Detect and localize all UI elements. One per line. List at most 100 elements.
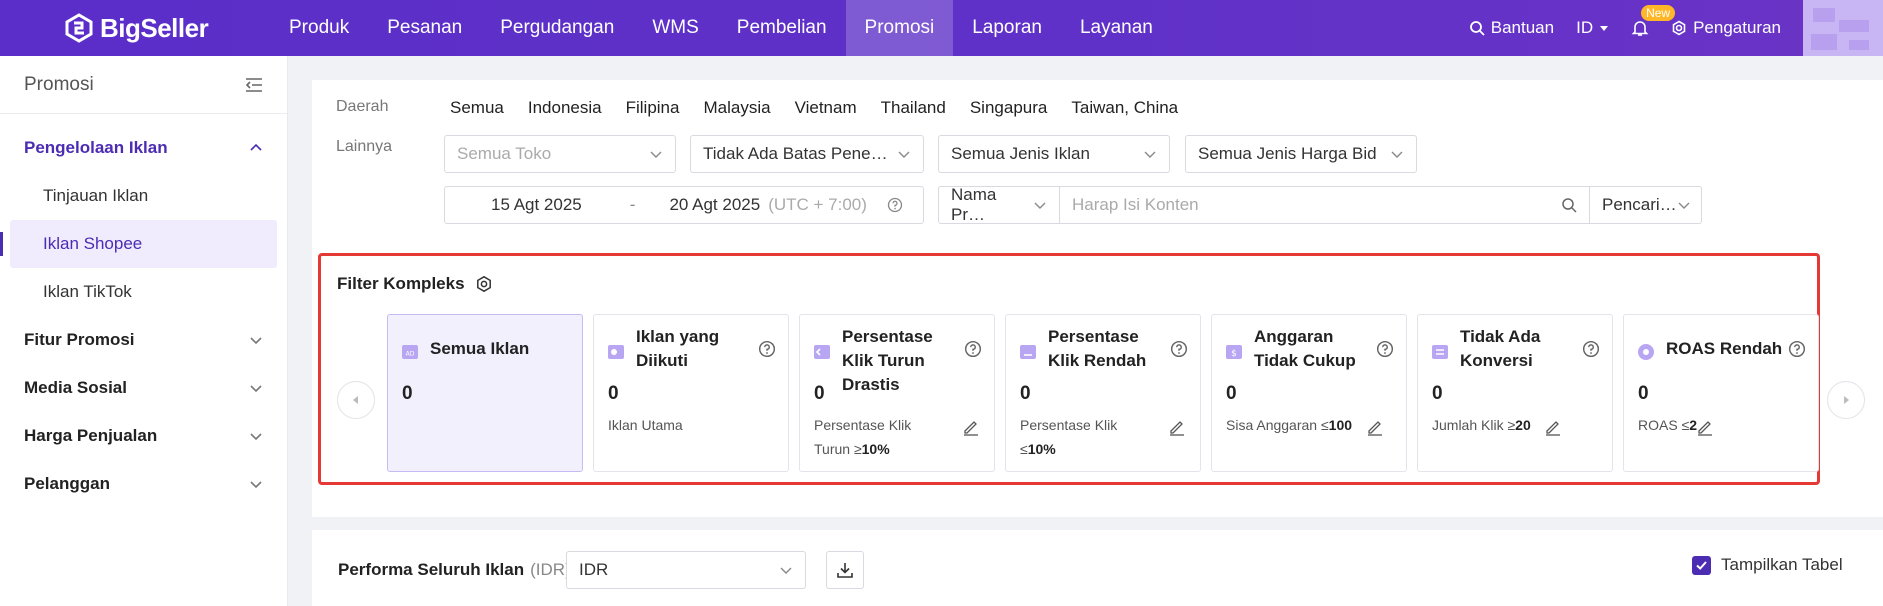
sidebar-group-label: Pelanggan (24, 474, 110, 493)
language-selector[interactable]: ID (1576, 18, 1609, 38)
search-input[interactable]: Harap Isi Konten (1060, 186, 1590, 224)
date-end[interactable]: 20 Agt 2025 (669, 195, 760, 215)
nav-item-layanan[interactable]: Layanan (1061, 0, 1172, 56)
search-placeholder: Harap Isi Konten (1072, 195, 1199, 214)
sidebar-group-media-sosial[interactable]: Media Sosial (0, 364, 287, 412)
date-start[interactable]: 15 Agt 2025 (491, 195, 582, 215)
help-circle-icon[interactable] (758, 340, 776, 358)
nav-item-laporan[interactable]: Laporan (953, 0, 1061, 56)
quick-filter-tidak-ada-konversi[interactable]: Tidak Ada Konversi 0 Jumlah Klik ≥20 (1417, 314, 1613, 472)
region-tabs: Semua Indonesia Filipina Malaysia Vietna… (450, 98, 1178, 118)
avatar[interactable] (1803, 0, 1883, 56)
show-table-toggle[interactable]: Tampilkan Tabel (1692, 555, 1843, 575)
edit-icon[interactable] (962, 418, 980, 436)
edit-icon[interactable] (1168, 418, 1186, 436)
chevron-down-icon (650, 151, 662, 158)
help-circle-icon[interactable] (1376, 340, 1394, 358)
nav-item-pesanan[interactable]: Pesanan (368, 0, 481, 56)
nav-item-wms[interactable]: WMS (633, 0, 717, 56)
nav-item-produk[interactable]: Produk (270, 0, 368, 56)
search-icon[interactable] (1561, 197, 1577, 213)
region-indonesia[interactable]: Indonesia (528, 98, 602, 118)
help-circle-icon[interactable] (1788, 340, 1806, 358)
region-semua[interactable]: Semua (450, 98, 504, 118)
bid-type-select[interactable]: Semua Jenis Harga Bid (1185, 135, 1417, 173)
edit-icon[interactable] (1544, 418, 1562, 436)
collapse-menu-icon[interactable] (245, 77, 263, 93)
date-range-picker[interactable]: 15 Agt 2025 - 20 Agt 2025 (UTC + 7:00) (444, 186, 924, 224)
sidebar-item-iklan-tiktok[interactable]: Iklan TikTok (0, 268, 287, 316)
edit-icon[interactable] (1366, 418, 1384, 436)
help-circle-icon[interactable] (964, 340, 982, 358)
checkmark-icon (1696, 560, 1707, 570)
svg-text:$: $ (1231, 349, 1237, 359)
chevron-down-icon (780, 567, 792, 574)
carousel-prev-button[interactable] (337, 381, 375, 419)
store-select-placeholder: Semua Toko (457, 144, 552, 163)
quick-filter-count: 0 (1020, 383, 1031, 404)
sidebar-item-tinjauan-iklan[interactable]: Tinjauan Iklan (0, 172, 287, 220)
ad-type-select[interactable]: Semua Jenis Iklan (938, 135, 1170, 173)
nav-item-pergudangan[interactable]: Pergudangan (481, 0, 633, 56)
search-field-select[interactable]: Nama Pr… (938, 185, 1060, 224)
region-filipina[interactable]: Filipina (626, 98, 680, 118)
quick-filter-anggaran-tidak-cukup[interactable]: $ Anggaran Tidak Cukup 0 Sisa Anggaran ≤… (1211, 314, 1407, 472)
quick-filter-title: Semua Iklan (430, 339, 530, 358)
edit-icon[interactable] (1696, 418, 1714, 436)
region-taiwan-china[interactable]: Taiwan, China (1071, 98, 1178, 118)
chevron-down-icon (250, 433, 262, 441)
top-right-tools: Bantuan ID New Pengaturan (1469, 0, 1883, 56)
gear-icon[interactable] (475, 275, 493, 293)
sidebar-group-pelanggan[interactable]: Pelanggan (0, 460, 287, 508)
quick-filter-roas-rendah[interactable]: ROAS Rendah 0 ROAS ≤2 (1623, 314, 1819, 472)
brand-logo[interactable]: BigSeller (64, 12, 209, 44)
notification-button[interactable]: New (1631, 5, 1676, 37)
caret-left-icon (353, 396, 358, 404)
complex-filter-label: Filter Kompleks (337, 274, 465, 293)
sidebar-group-pengelolaan-iklan[interactable]: Pengelolaan Iklan (0, 124, 287, 172)
quick-filter-title: Persentase Klik Rendah (1048, 327, 1147, 370)
region-label: Daerah (336, 98, 389, 115)
quick-filter-desc: Persentase Klik Turun ≥10% (814, 417, 912, 457)
help-circle-icon[interactable] (1170, 340, 1188, 358)
sidebar-group-harga-penjualan[interactable]: Harga Penjualan (0, 412, 287, 460)
timezone-label: (UTC + 7:00) (768, 195, 867, 214)
store-select[interactable]: Semua Toko (444, 135, 676, 173)
sidebar-group-fitur-promosi[interactable]: Fitur Promosi (0, 316, 287, 364)
sidebar: Promosi Pengelolaan Iklan Tinjauan Iklan… (0, 56, 288, 606)
chevron-down-icon (250, 481, 262, 489)
currency-value: IDR (579, 560, 609, 579)
region-thailand[interactable]: Thailand (881, 98, 946, 118)
help-circle-icon[interactable] (1582, 340, 1600, 358)
top-navbar: BigSeller Produk Pesanan Pergudangan WMS… (0, 0, 1883, 56)
show-table-checkbox[interactable] (1692, 555, 1711, 575)
search-mode-select[interactable]: Pencari… (1590, 186, 1702, 224)
help-link[interactable]: Bantuan (1469, 18, 1554, 38)
help-label: Bantuan (1490, 18, 1555, 37)
nav-item-pembelian[interactable]: Pembelian (718, 0, 846, 56)
region-malaysia[interactable]: Malaysia (703, 98, 770, 118)
quick-filter-klik-turun-drastis[interactable]: Persentase Klik Turun Drastis 0 Persenta… (799, 314, 995, 472)
carousel-next-button[interactable] (1827, 381, 1865, 419)
quick-filter-title: Tidak Ada Konversi (1460, 327, 1541, 370)
quick-filter-title: Anggaran Tidak Cukup (1254, 327, 1356, 370)
roas-icon (1638, 344, 1654, 360)
quick-filter-semua-iklan[interactable]: AD Semua Iklan 0 (387, 314, 583, 472)
region-singapura[interactable]: Singapura (970, 98, 1048, 118)
quick-filter-desc: Jumlah Klik ≥20 (1432, 417, 1531, 433)
quick-filter-count: 0 (814, 383, 825, 404)
budget-limit-value: Tidak Ada Batas Pene… (703, 144, 888, 163)
currency-select[interactable]: IDR (566, 551, 806, 589)
sidebar-item-iklan-shopee[interactable]: Iklan Shopee (0, 220, 277, 268)
nav-item-promosi[interactable]: Promosi (845, 0, 954, 56)
download-button[interactable] (826, 551, 864, 589)
gear-icon (1672, 20, 1686, 36)
sidebar-header: Promosi (0, 56, 287, 114)
quick-filter-iklan-diikuti[interactable]: Iklan yang Diikuti 0 Iklan Utama (593, 314, 789, 472)
budget-limit-select[interactable]: Tidak Ada Batas Pene… (690, 135, 924, 173)
quick-filter-desc: ROAS ≤2 (1638, 417, 1698, 433)
help-circle-icon[interactable] (887, 197, 903, 213)
region-vietnam[interactable]: Vietnam (795, 98, 857, 118)
settings-link[interactable]: Pengaturan (1671, 18, 1781, 38)
quick-filter-klik-rendah[interactable]: Persentase Klik Rendah 0 Persentase Klik… (1005, 314, 1201, 472)
